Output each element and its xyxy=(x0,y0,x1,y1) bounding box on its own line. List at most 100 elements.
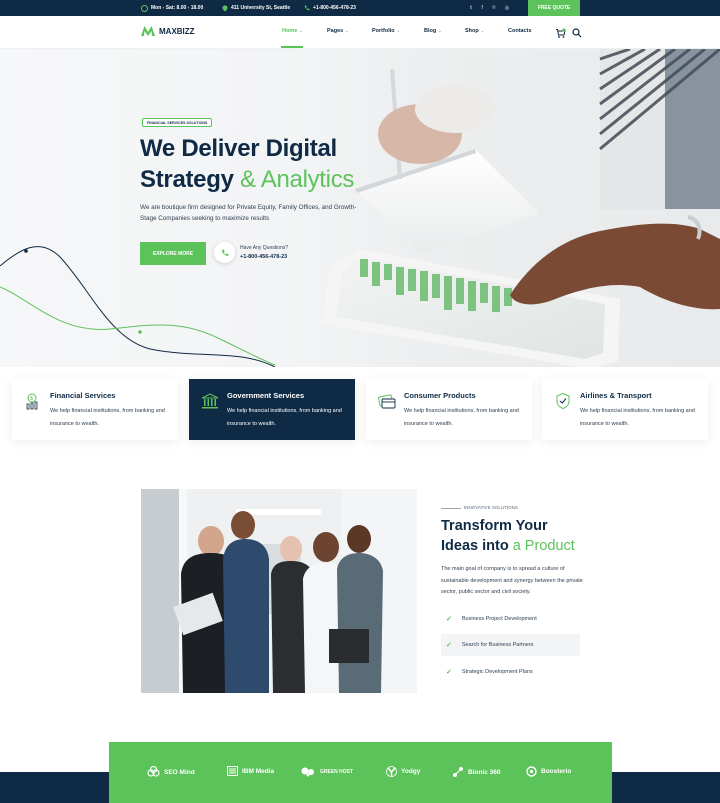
topbar-phone[interactable]: +1-800-456-478-23 xyxy=(304,0,356,16)
team-photo xyxy=(141,489,417,693)
check-icon: ✓ xyxy=(446,616,452,623)
clock-icon xyxy=(141,4,148,12)
nav-item-blog[interactable]: Blog ⌄ xyxy=(424,28,442,34)
logo-mark-icon xyxy=(141,26,155,36)
about-title-line2: Ideas into a Product xyxy=(441,536,575,556)
address: 411 University St, Seattle xyxy=(222,0,290,16)
about-title-line2-green: a Product xyxy=(512,538,575,554)
checklist-item: ✓ Search for Business Partners xyxy=(441,634,580,656)
top-bar: Mon - Sat: 8.00 - 18.00 411 University S… xyxy=(0,0,720,16)
nav-item-pages-label: Pages xyxy=(327,28,344,34)
business-hours-text: Mon - Sat: 8.00 - 18.00 xyxy=(151,5,204,11)
partner-name: SEO Mind xyxy=(164,768,195,776)
logo[interactable]: MAXBIZZ xyxy=(141,26,195,36)
partner-logo-yodgy[interactable]: Yodgy xyxy=(386,766,420,777)
service-card-title: Government Services xyxy=(227,391,305,400)
nav-item-contacts[interactable]: Contacts xyxy=(508,28,532,34)
partner-logo-boosterio[interactable]: Boosterio xyxy=(526,766,571,777)
checklist-item: ✓ Strategic Development Plans xyxy=(441,661,580,683)
check-icon: ✓ xyxy=(446,669,452,676)
nav-item-home-label: Home xyxy=(282,28,298,34)
twitter-icon[interactable]: 𝕥 xyxy=(470,5,472,11)
credit-card-icon xyxy=(378,394,396,409)
phone-icon xyxy=(304,5,310,11)
partner-logo-bionic-360[interactable]: Bionic 360 xyxy=(452,766,501,778)
hero-title-line2-main: Strategy xyxy=(140,166,241,193)
partner-logo-ibm-media[interactable]: IBM Media xyxy=(227,766,274,776)
about-title-line1: Transform Your xyxy=(441,518,548,534)
explore-more-button[interactable]: EXPLORE MORE xyxy=(140,242,206,265)
hero-description: We are boutique firm designed for Privat… xyxy=(140,204,357,222)
nav-active-indicator xyxy=(281,46,303,48)
check-icon: ✓ xyxy=(446,642,452,649)
service-card-text: We help financial institutions, from ban… xyxy=(50,408,165,427)
topbar-phone-text: +1-800-456-478-23 xyxy=(313,5,356,11)
facebook-icon[interactable]: f xyxy=(481,5,483,11)
checklist-item-label: Business Project Development xyxy=(461,616,537,622)
about-tag-line xyxy=(441,508,461,509)
about-title: Transform Your Ideas into a Product xyxy=(441,516,575,556)
service-card-title: Consumer Products xyxy=(404,391,476,400)
about-title-line2-main: Ideas into xyxy=(441,538,513,554)
partner-logos-bar: SEO Mind IBM Media GREEN HOST Yodgy Bion… xyxy=(109,742,612,803)
hero-title-line1: We Deliver Digital xyxy=(140,135,337,162)
service-card-airlines[interactable]: Airlines & Transport We help financial i… xyxy=(542,379,708,440)
partner-name: GREEN HOST xyxy=(320,768,354,775)
search-icon[interactable] xyxy=(572,28,582,38)
chevron-down-icon: ⌄ xyxy=(396,28,400,33)
yodgy-logo-icon xyxy=(386,766,397,777)
cart-icon[interactable] xyxy=(555,28,566,39)
nav-item-home[interactable]: Home ⌄ xyxy=(282,28,303,34)
service-card-government[interactable]: Government Services We help financial in… xyxy=(189,379,355,440)
address-text: 411 University St, Seattle xyxy=(231,5,291,11)
hero-title-line2-green: & Analytics xyxy=(240,166,355,193)
nav-item-portfolio-label: Portfolio xyxy=(372,28,395,34)
free-quote-button[interactable]: FREE QUOTE xyxy=(528,0,580,16)
bank-icon xyxy=(201,393,219,409)
pinterest-icon[interactable]: ℗ xyxy=(492,5,496,11)
money-bag-icon: $ xyxy=(26,393,38,410)
phone-icon xyxy=(221,249,228,256)
hero-title: We Deliver Digital Strategy & Analytics xyxy=(140,133,354,195)
checklist-item: ✓ Business Project Development xyxy=(441,608,580,630)
nav-item-shop-label: Shop xyxy=(465,28,479,34)
green-host-logo-icon xyxy=(301,767,314,777)
nav-item-contacts-label: Contacts xyxy=(508,28,532,34)
phone-call-button[interactable] xyxy=(214,242,235,263)
hero-tag: FINANCIAL SERVICES SOLUTIONS xyxy=(142,118,213,127)
service-card-consumer[interactable]: Consumer Products We help financial inst… xyxy=(366,379,532,440)
svg-text:$: $ xyxy=(30,396,33,402)
service-card-title: Financial Services xyxy=(50,391,116,400)
partner-logo-green-host[interactable]: GREEN HOST xyxy=(301,766,353,777)
boosterio-logo-icon xyxy=(526,766,537,777)
chevron-down-icon: ⌄ xyxy=(299,28,303,33)
shield-icon xyxy=(556,392,570,410)
nav-item-portfolio[interactable]: Portfolio ⌄ xyxy=(372,28,400,34)
nav-item-shop[interactable]: Shop ⌄ xyxy=(465,28,484,34)
service-card-title: Airlines & Transport xyxy=(580,391,652,400)
chevron-down-icon: ⌄ xyxy=(345,28,349,33)
partner-name: Yodgy xyxy=(401,768,421,775)
chevron-down-icon: ⌄ xyxy=(480,28,485,33)
about-tag: INNOVATIVE SOLUTIONS xyxy=(464,505,518,510)
checklist-item-label: Strategic Development Plans xyxy=(461,669,533,675)
partner-name: Boosterio xyxy=(541,768,572,775)
seo-mind-logo-icon xyxy=(147,766,160,777)
partner-name: IBM Media xyxy=(242,767,275,775)
hero-phone-number[interactable]: +1-800-456-478-23 xyxy=(240,254,287,260)
partner-logo-seo-mind[interactable]: SEO Mind xyxy=(147,766,195,778)
checklist-item-label: Search for Business Partners xyxy=(461,642,534,648)
nav-item-pages[interactable]: Pages ⌄ xyxy=(327,28,349,34)
service-card-text: We help financial institutions, from ban… xyxy=(580,408,695,427)
nav-item-blog-label: Blog xyxy=(424,28,437,34)
hero-section: FINANCIAL SERVICES SOLUTIONS We Deliver … xyxy=(0,49,720,367)
have-questions-label: Have Any Questions? xyxy=(240,245,289,251)
instagram-icon[interactable]: ◎ xyxy=(505,5,509,11)
social-links: 𝕥 f ℗ ◎ xyxy=(470,0,509,16)
hero-title-line2: Strategy & Analytics xyxy=(140,164,354,195)
logo-text: MAXBIZZ xyxy=(159,26,195,36)
chevron-down-icon: ⌄ xyxy=(438,28,442,33)
service-card-financial[interactable]: $ Financial Services We help financial i… xyxy=(12,379,178,440)
service-card-text: We help financial institutions, from ban… xyxy=(227,408,342,427)
team-photo-illustration xyxy=(141,489,417,693)
